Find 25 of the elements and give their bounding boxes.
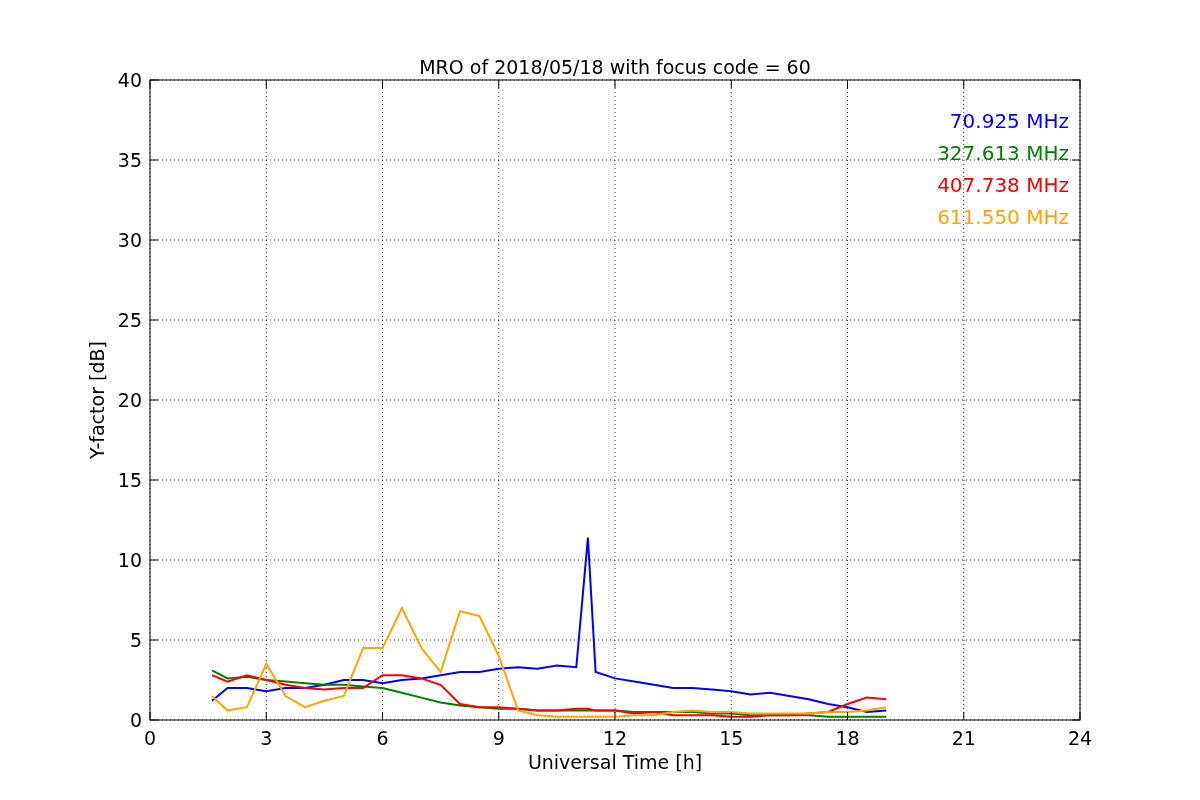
legend-label: 407.738 MHz [937, 173, 1069, 197]
y-tick-label: 40 [117, 69, 142, 91]
x-tick-label: 3 [260, 727, 273, 749]
x-tick-label: 6 [376, 727, 389, 749]
y-tick-label: 10 [117, 549, 142, 571]
y-tick-label: 25 [117, 309, 142, 331]
y-tick-label: 20 [117, 389, 142, 411]
y-axis-label: Y-factor [dB] [86, 341, 108, 459]
x-tick-label: 0 [143, 727, 157, 749]
x-tick-label: 15 [719, 727, 744, 749]
x-axis-label: Universal Time [h] [527, 751, 703, 773]
x-tick-label: 24 [1067, 727, 1093, 749]
y-tick-label: 15 [117, 469, 142, 491]
chart-title: MRO of 2018/05/18 with focus code = 60 [419, 56, 811, 78]
x-tick-label: 12 [602, 727, 628, 749]
y-tick-label: 30 [117, 229, 142, 251]
x-tick-label: 21 [951, 727, 976, 749]
legend-label: 70.925 MHz [949, 109, 1069, 133]
y-tick-label: 35 [117, 149, 142, 171]
y-tick-label: 5 [129, 629, 142, 651]
legend-label: 327.613 MHz [937, 141, 1069, 165]
y-tick-label: 0 [129, 709, 142, 731]
x-tick-label: 18 [835, 727, 860, 749]
legend-label: 611.550 MHz [937, 205, 1069, 229]
x-tick-label: 9 [492, 727, 505, 749]
